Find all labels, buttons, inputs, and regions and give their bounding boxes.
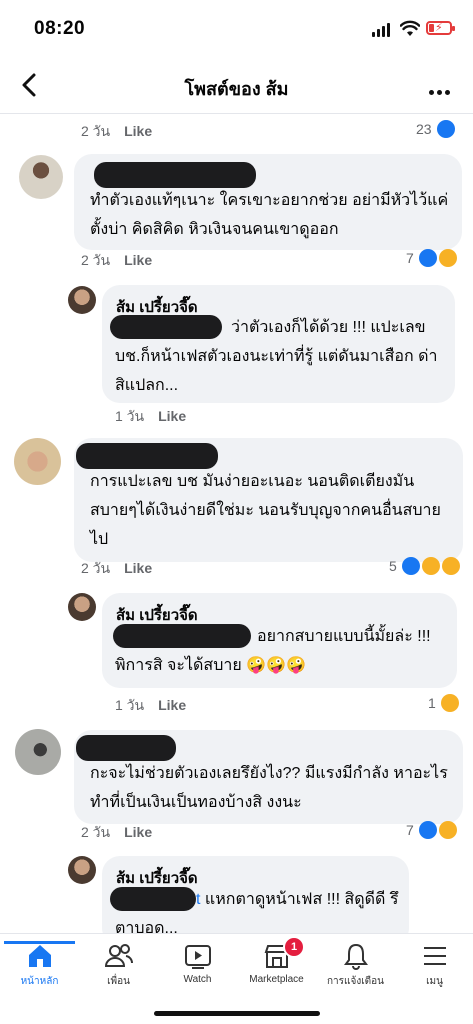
tab-friends[interactable]: เพื่อน: [79, 942, 158, 1002]
comment-meta: 2 วัน Like: [81, 824, 153, 840]
tab-notifications[interactable]: การแจ้งเตือน: [316, 942, 395, 1002]
tab-menu[interactable]: เมนู: [395, 942, 473, 1002]
post-header: โพสต์ของ ส้ม: [0, 58, 473, 114]
like-reaction-icon: [418, 821, 437, 839]
home-icon: [28, 945, 51, 967]
active-tab-indicator: [4, 941, 75, 944]
post-like-link[interactable]: Like: [124, 123, 152, 139]
menu-icon: [423, 947, 446, 965]
wow-reaction-icon: [438, 249, 457, 267]
haha-reaction-icon: [440, 694, 459, 712]
battery-icon: ⚡: [426, 21, 455, 35]
reply-text: อยากสบายแบบนี้มั้ยล่ะ !!! พิการสิ จะได้ส…: [115, 628, 431, 674]
haha-reaction-icon: [421, 557, 440, 575]
redacted-name: [94, 162, 256, 188]
post-meta: 2 วัน Like: [81, 121, 152, 143]
post-reactions[interactable]: 23: [416, 120, 455, 138]
status-time: 08:20: [34, 18, 86, 39]
notification-badge: 1: [283, 936, 305, 958]
reply-like-link[interactable]: Like: [158, 697, 186, 713]
like-reaction-icon: [418, 249, 437, 267]
like-reaction-icon: [401, 557, 420, 575]
comment-text: การแปะเลข บช มันง่ายอะเนอะ นอนติดเตียงมั…: [90, 473, 441, 548]
reply-text: t แหกตาดูหน้าเฟส !!! สิดูดีดี รึ ตาบอด..…: [115, 891, 399, 933]
tab-watch[interactable]: Watch: [158, 942, 237, 1002]
home-indicator: [154, 1011, 320, 1016]
reply-meta: 1 วัน Like: [115, 408, 187, 424]
comment-meta: 2 วัน Like: [81, 252, 153, 268]
reply-text: ว่าตัวเองก็ได้ด้วย !!! แปะเลข บช.ก็หน้าเ…: [115, 319, 438, 394]
comment-reactions[interactable]: 7: [406, 249, 457, 267]
avatar[interactable]: [68, 593, 96, 621]
cellular-signal-icon: [372, 23, 392, 37]
reply-like-link[interactable]: Like: [158, 408, 186, 424]
wow-reaction-icon: [438, 821, 457, 839]
avatar[interactable]: [68, 856, 96, 884]
avatar[interactable]: [68, 286, 96, 314]
watch-icon: [184, 945, 211, 969]
more-options-icon[interactable]: [429, 82, 455, 95]
comment-feed[interactable]: 2 วัน Like 23 ทำตัวเองแท้ๆเนาะ ใครเขาะอยา…: [0, 115, 473, 933]
friends-icon: [104, 944, 133, 967]
comment-text: ทำตัวเองแท้ๆเนาะ ใครเขาะอยากช่วย อย่ามีห…: [90, 192, 449, 238]
redacted-name: [76, 443, 218, 469]
comment-meta: 2 วัน Like: [81, 560, 153, 576]
comment-reactions[interactable]: 7: [406, 821, 457, 839]
tab-home[interactable]: หน้าหลัก: [0, 941, 79, 1002]
comment-reactions[interactable]: 5: [389, 557, 460, 575]
avatar[interactable]: [14, 438, 61, 485]
reply-reactions[interactable]: 1: [428, 694, 459, 712]
comment-like-link[interactable]: Like: [124, 560, 152, 576]
mention-link[interactable]: t: [196, 891, 200, 908]
post-time: 2 วัน: [81, 123, 111, 139]
wifi-icon: [400, 20, 420, 36]
wow-reaction-icon: [441, 557, 460, 575]
tab-marketplace[interactable]: 1 Marketplace: [237, 936, 316, 1002]
page-title: โพสต์ของ ส้ม: [184, 79, 289, 99]
avatar[interactable]: [19, 155, 63, 199]
reaction-count: 23: [416, 121, 432, 137]
comment-like-link[interactable]: Like: [124, 824, 152, 840]
like-reaction-icon: [436, 120, 455, 138]
bell-icon: [343, 943, 368, 970]
reply-meta: 1 วัน Like: [115, 697, 187, 713]
comment-text: กะจะไม่ช่วยตัวเองเลยรึยังไง?? มีแรงมีกำล…: [90, 765, 448, 811]
avatar[interactable]: [15, 729, 61, 775]
comment-like-link[interactable]: Like: [124, 252, 152, 268]
bottom-tab-bar: หน้าหลัก เพื่อน Watch 1 Marketplace การแ…: [0, 933, 473, 1024]
status-bar: 08:20 ⚡: [0, 0, 473, 58]
redacted-name: [76, 735, 176, 761]
